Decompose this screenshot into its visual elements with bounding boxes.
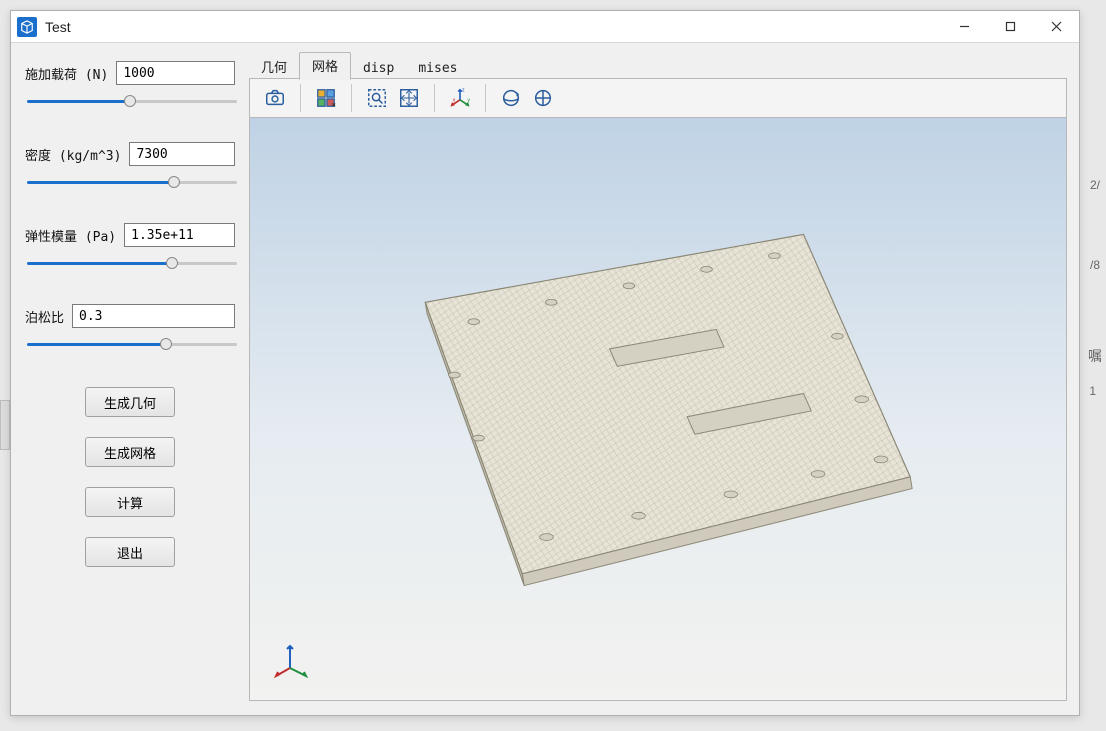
svg-text:z: z [462,88,465,94]
bg-text: /8 [1090,258,1100,272]
load-label: 施加载荷 (N) [25,64,108,83]
main-panel: 几何 网格 disp mises [249,55,1067,701]
viewport-3d[interactable] [249,118,1067,701]
exit-button[interactable]: 退出 [85,537,175,567]
tab-bar: 几何 网格 disp mises [249,55,1067,79]
bg-scrollbar [0,400,10,450]
maximize-button[interactable] [987,11,1033,43]
close-button[interactable] [1033,11,1079,43]
tab-mesh[interactable]: 网格 [299,52,351,80]
axes-triad-icon[interactable]: z y x [445,83,475,113]
poisson-slider[interactable] [27,336,237,352]
modulus-slider[interactable] [27,255,237,271]
tab-mises[interactable]: mises [406,58,469,80]
viewport-triad-icon [272,638,314,680]
minimize-button[interactable] [941,11,987,43]
app-icon [17,17,37,37]
modulus-input[interactable] [124,223,235,247]
layout-icon[interactable] [311,83,341,113]
generate-geometry-button[interactable]: 生成几何 [85,387,175,417]
modulus-label: 弹性模量 (Pa) [25,226,116,245]
compute-button[interactable]: 计算 [85,487,175,517]
load-slider[interactable] [27,93,237,109]
titlebar[interactable]: Test [11,11,1079,43]
fit-extents-icon[interactable] [394,83,424,113]
tab-disp[interactable]: disp [351,58,406,80]
load-input[interactable] [116,61,235,85]
viewport-toolbar: z y x [249,78,1067,118]
app-window: Test 施加载荷 (N) 密度 (kg/m^3) [10,10,1080,716]
orbit-icon[interactable] [496,83,526,113]
density-input[interactable] [129,142,235,166]
parameters-panel: 施加载荷 (N) 密度 (kg/m^3) 弹性模量 (Pa) 泊松比 [25,55,235,701]
zoom-area-icon[interactable] [362,83,392,113]
mesh-plate [250,118,1066,700]
bg-text: 1 [1089,384,1096,398]
pan-orbit-icon[interactable] [528,83,558,113]
bg-text: 2/ [1090,178,1100,192]
svg-text:y: y [467,98,470,104]
tab-geometry[interactable]: 几何 [249,54,299,80]
density-label: 密度 (kg/m^3) [25,145,121,164]
camera-icon[interactable] [260,83,290,113]
poisson-input[interactable] [72,304,235,328]
generate-mesh-button[interactable]: 生成网格 [85,437,175,467]
poisson-label: 泊松比 [25,307,64,326]
bg-text: 嘱 [1088,346,1102,366]
window-title: Test [45,19,71,35]
density-slider[interactable] [27,174,237,190]
svg-text:x: x [453,98,456,104]
